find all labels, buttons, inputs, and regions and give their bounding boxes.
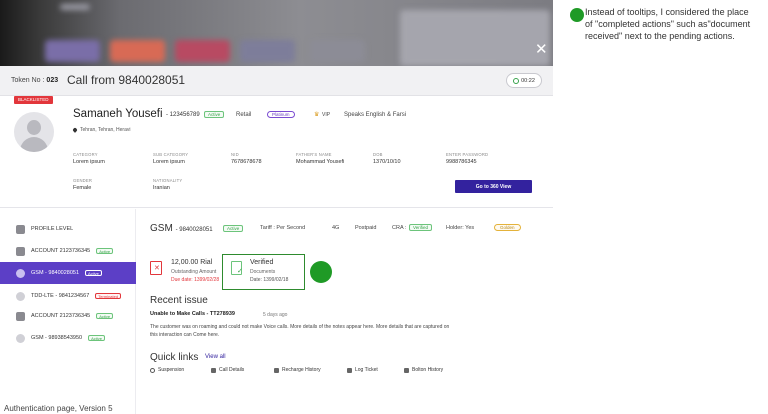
network-label: 4G [332,225,340,231]
view-all-link[interactable]: View all [205,354,226,360]
tier-badge: Golden [494,224,521,231]
quick-links-heading: Quick links [150,352,199,363]
sidebar-item-account[interactable]: ACCOUNT 2123736345 Active [0,305,136,327]
status-badge: Active [88,335,105,341]
issue-body: The customer was on roaming and could no… [150,324,450,330]
annotation-marker [310,261,332,283]
field-value: Mohammad Yousefi [296,159,345,165]
holder-label: Holder: Yes [446,225,475,231]
vip-label: VIP [322,112,331,118]
design-note: Instead of tooltips, I considered the pl… [585,7,751,41]
annotation-marker [570,8,584,22]
field-label: SUB CATEGORY [153,152,189,157]
field-label: FATHER'S NAME [296,152,332,157]
call-details-icon [211,367,216,373]
plan-type-label: Postpaid [355,225,377,231]
customer-id: - 123456789 [166,112,200,118]
field-value: Female [73,185,92,191]
customer-name: Samaneh Yousefi [73,108,163,120]
customer-segment: Retail [236,112,252,118]
page-caption: Authentication page, Version 5 [4,404,113,413]
call-header: Token No : 023 Call from 9840028051 [0,66,553,96]
profile-icon [16,224,25,234]
field-value: Iranian [153,185,170,191]
suspension-icon [150,367,155,373]
tariff-label: Tariff : Per Second [260,225,306,231]
field-label: GENDER [73,178,93,183]
go-to-360-view-button[interactable]: Go to 360 View [455,180,532,193]
due-date: Due date: 1399/02/28 [171,277,220,283]
sim-icon [16,268,25,278]
crown-icon: ♛ [314,112,320,118]
status-badge: Active [85,270,102,276]
call-title: Call from 9840028051 [67,73,186,87]
sim-icon [16,333,25,343]
bolton-icon [404,367,409,373]
location-pin-icon [72,127,78,133]
field-label: DOB [373,152,383,157]
blurred-background [0,0,553,66]
gsm-detail-panel: GSM - 9840028051 Active Tariff : Per Sec… [136,209,553,414]
field-label: CATEGORY [73,152,98,157]
sim-icon [16,291,25,301]
verified-date: Date: 1399/02/18 [250,277,289,283]
sidebar-item-tdd-lte[interactable]: TDD-LTE - 9841234567 Terminated [0,285,136,307]
quicklink-suspension[interactable]: Suspension [150,367,184,373]
recent-issue-heading: Recent issue [150,295,208,306]
status-badge: Active [223,225,244,232]
language-label: Speaks English & Farsi [344,112,407,118]
issue-age: 5 days ago [263,312,288,318]
outstanding-amount: 12,00.00 Rial [171,259,213,266]
quicklink-recharge-history[interactable]: Recharge History [274,367,321,373]
token-number: Token No : 023 [11,77,59,84]
sidebar-item-account[interactable]: ACCOUNT 2123736345 Active [0,240,136,262]
verified-documents-card: Verified Documents Date: 1399/02/18 [222,254,305,290]
sidebar-item-gsm[interactable]: GSM - 9840028051 Active [0,262,136,284]
verified-title: Verified [250,259,274,266]
customer-profile: BLACKLISTED Samaneh Yousefi - 123456789 … [0,96,553,208]
location: Tehran, Tehran, Heravi [72,127,131,133]
field-value: 1370/10/10 [373,159,401,165]
field-value: 7678678678 [231,159,262,165]
field-label: NATIONALITY [153,178,183,183]
outstanding-label: Outstanding Amount [171,269,217,275]
cra-label: CRA : [392,225,407,231]
ticket-icon [347,367,352,373]
account-sidebar: PROFILE LEVEL ACCOUNT 2123736345 Active G… [0,209,136,414]
quicklink-log-ticket[interactable]: Log Ticket [347,367,378,373]
field-value: Lorem ipsum [153,159,185,165]
blacklisted-tag: BLACKLISTED [14,96,53,104]
timer-icon [513,77,520,84]
quicklink-call-details[interactable]: Call Details [211,367,244,373]
status-badge: Terminated [95,293,122,299]
field-value: Lorem ipsum [73,159,105,165]
cra-badge: Verified [409,224,433,231]
issue-body: this interaction can Come here. [150,332,220,338]
close-icon[interactable]: ✕ [535,42,548,57]
field-value: 9988786345 [446,159,477,165]
tier-badge: Platinum [267,111,295,118]
sidebar-item-gsm[interactable]: GSM - 98938543950 Active [0,327,136,349]
quicklink-bolton-history[interactable]: Bolton History [404,367,443,373]
status-badge: Active [204,111,225,118]
document-check-icon [231,261,243,275]
field-label: ENTER PASSWORD [446,152,489,157]
status-badge: Active [96,248,114,254]
bill-error-icon [150,261,162,275]
gsm-title: GSM - 9840028051 [150,223,213,234]
account-icon [16,246,25,256]
recharge-icon [274,367,279,373]
verified-sub: Documents [250,269,276,275]
sidebar-item-profile-level[interactable]: PROFILE LEVEL [0,218,136,240]
issue-title[interactable]: Unable to Make Calls - TT278939 [150,311,235,317]
call-timer: 00:22 [506,73,542,88]
avatar [14,112,54,152]
field-label: NID [231,152,239,157]
status-badge: Active [96,313,114,319]
account-icon [16,311,25,321]
